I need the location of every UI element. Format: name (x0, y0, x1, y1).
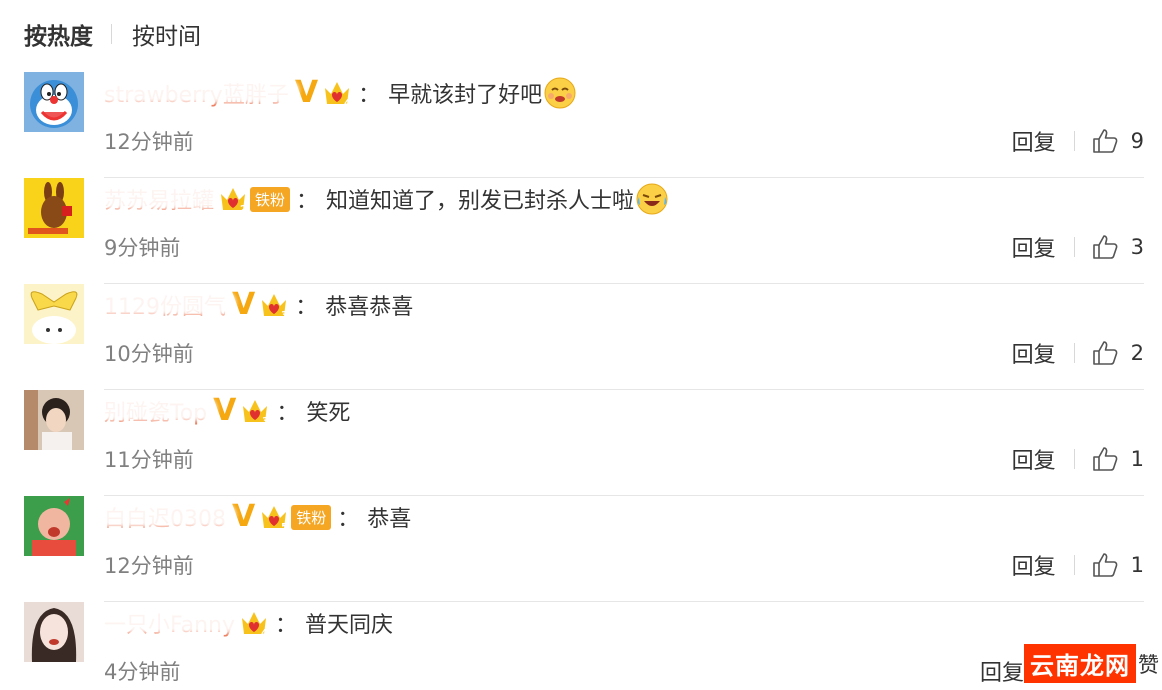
comment-text: 早就该封了好吧 (388, 83, 543, 108)
fan-level-number: 3 (262, 416, 269, 426)
thumbs-up-icon (1092, 447, 1118, 471)
fan-crown-icon: 5 (259, 502, 289, 533)
comment-text: 恭喜恭喜 (325, 295, 414, 320)
username[interactable]: 一只小Fanny (100, 607, 242, 639)
comment-time: 10分钟前 (104, 342, 194, 366)
laugh-cry-emoji-icon (636, 183, 668, 215)
username-redaction (100, 507, 232, 523)
smile-emoji-icon (544, 77, 576, 109)
like-count: 9 (1130, 129, 1144, 153)
comment-time: 4分钟前 (104, 660, 181, 684)
verified-icon: V (232, 499, 256, 534)
reply-button[interactable]: 回复 (980, 655, 1024, 687)
tab-divider (111, 24, 112, 44)
tab-by-time[interactable]: 按时间 (132, 17, 201, 51)
thumbs-up-icon (1092, 341, 1118, 365)
fan-level-number: 2 (240, 204, 247, 214)
like-label[interactable]: 赞 (1138, 649, 1159, 679)
fan-crown-icon: 3 (240, 396, 270, 427)
username[interactable]: 苏苏易拉罐 (100, 183, 221, 215)
verified-icon: V (294, 75, 319, 110)
like-button[interactable]: 9 (1091, 127, 1144, 155)
comment-text: 笑死 (306, 401, 351, 426)
comment-text: 知道知道了，别发已封杀人士啦 (326, 189, 635, 214)
verified-icon: V (232, 287, 256, 322)
username[interactable]: 别碰瓷Top (100, 395, 214, 427)
like-count: 1 (1130, 447, 1144, 471)
reply-button[interactable]: 回复 (1012, 337, 1056, 369)
thumbs-up-icon (1092, 553, 1118, 577)
fan-level-number: 4 (344, 98, 351, 108)
avatar[interactable] (24, 284, 84, 344)
comment-time: 12分钟前 (104, 554, 194, 578)
like-button[interactable]: 2 (1091, 339, 1144, 367)
avatar[interactable] (24, 72, 84, 132)
iron-fan-badge: 铁粉 (291, 504, 332, 530)
fan-crown-icon: 2 (218, 184, 248, 215)
username-redaction (100, 295, 232, 311)
comment-item: 1129份圆气 V 3 ： 恭喜恭喜 10分钟前 回复 2 (24, 284, 1144, 390)
comment-text: 恭喜 (367, 507, 412, 532)
tab-by-popularity[interactable]: 按热度 (24, 17, 93, 51)
verified-icon: V (213, 393, 237, 428)
fan-level-number: 5 (281, 522, 288, 532)
comment-item: 别碰瓷Top V 3 ： 笑死 11分钟前 回复 1 (24, 390, 1144, 496)
like-count: 3 (1130, 235, 1144, 259)
avatar[interactable] (24, 178, 84, 238)
like-button[interactable]: 1 (1091, 445, 1144, 473)
comment-time: 11分钟前 (104, 448, 194, 472)
username-redaction (100, 613, 242, 629)
comment-item: 白白迟0308 V 5 铁粉 ： 恭喜 12分钟前 回复 1 (24, 496, 1144, 602)
fan-crown-icon: 4 (322, 78, 352, 109)
username-redaction (100, 189, 221, 205)
comment-time: 9分钟前 (104, 236, 181, 260)
avatar[interactable] (24, 602, 84, 662)
reply-button[interactable]: 回复 (1012, 549, 1056, 581)
comment-text: 普天同庆 (305, 613, 394, 638)
fan-level-number: 3 (281, 310, 288, 320)
username[interactable]: 1129份圆气 (100, 289, 232, 321)
like-count: 2 (1130, 341, 1144, 365)
comment-item: 苏苏易拉罐 2 铁粉 ： 知道知道了，别发已封杀人士啦 9分钟前 回复 3 (24, 178, 1144, 284)
reply-button[interactable]: 回复 (1012, 125, 1056, 157)
iron-fan-badge: 铁粉 (250, 186, 291, 212)
avatar[interactable] (24, 496, 84, 556)
sort-tabs: 按热度 按时间 (24, 18, 201, 50)
like-button[interactable]: 3 (1091, 233, 1144, 261)
fan-crown-icon: 3 (259, 290, 289, 321)
fan-crown-icon: 4 (239, 608, 269, 639)
watermark-logo: 云南龙网 (1024, 644, 1136, 683)
comment-item: strawberry蓝胖子 V 4 ： 早就该封了好吧 12分钟前 回复 9 (24, 72, 1144, 178)
thumbs-up-icon (1092, 129, 1118, 153)
avatar[interactable] (24, 390, 84, 450)
like-button[interactable]: 1 (1091, 551, 1144, 579)
username-redaction (100, 83, 295, 99)
comment-item: 一只小Fanny 4 ： 普天同庆 4分钟前 回复 (24, 602, 1144, 690)
fan-level-number: 4 (261, 628, 268, 638)
like-count: 1 (1130, 553, 1144, 577)
username[interactable]: 白白迟0308 (100, 501, 232, 533)
username-redaction (100, 401, 214, 417)
reply-button[interactable]: 回复 (1012, 443, 1056, 475)
comment-time: 12分钟前 (104, 130, 194, 154)
site-watermark: 云南龙网 赞 (1024, 644, 1159, 683)
username[interactable]: strawberry蓝胖子 (100, 77, 295, 109)
thumbs-up-icon (1092, 235, 1118, 259)
reply-button[interactable]: 回复 (1012, 231, 1056, 263)
